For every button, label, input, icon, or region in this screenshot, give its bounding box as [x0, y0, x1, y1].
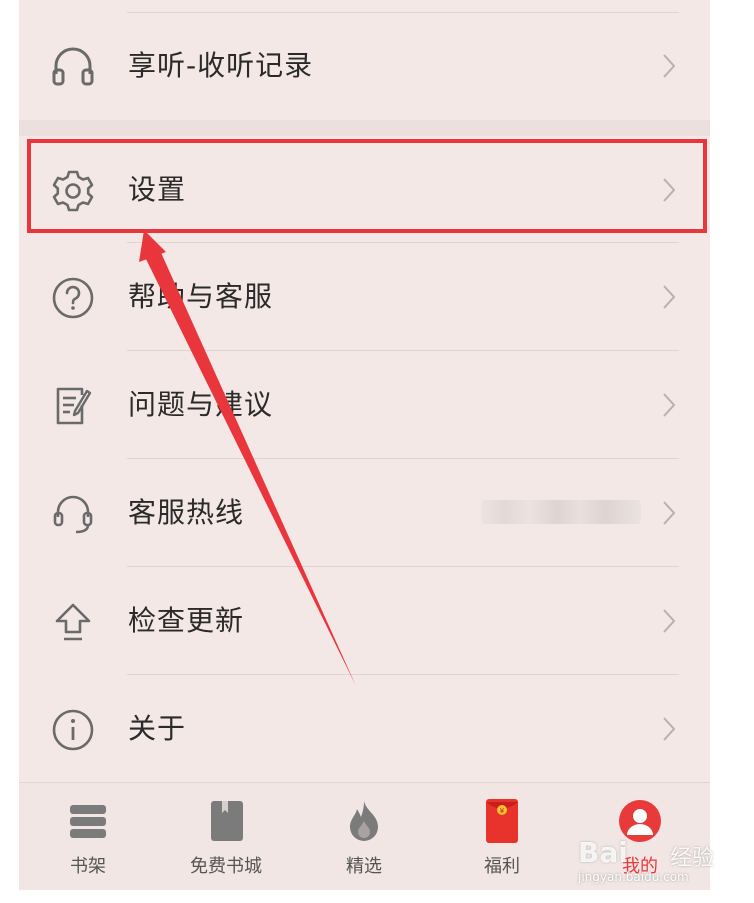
- headset-icon: [53, 495, 93, 534]
- settings-screen: 享听-收听记录 设置 帮助与客服 问题与建议 客服热线 检查更新 关于 书架 免…: [19, 0, 710, 890]
- tab-free-bookstore[interactable]: 免费书城: [157, 783, 295, 891]
- watermark-url: jingyan.baidu.com: [578, 870, 689, 884]
- tab-label: 精选: [346, 856, 382, 877]
- menu-item-help[interactable]: 帮助与客服: [19, 243, 710, 351]
- hotline-number-blurred: [481, 500, 641, 524]
- menu-item-listen-history[interactable]: 享听-收听记录: [19, 12, 710, 120]
- menu-item-hotline[interactable]: 客服热线: [19, 459, 710, 567]
- menu-item-label: 客服热线: [128, 496, 245, 529]
- chevron-right-icon: [663, 54, 676, 78]
- watermark: Bai 经验 jingyan.baidu.com: [578, 836, 728, 886]
- headphones-icon: [52, 47, 94, 86]
- bookshelf-icon: [70, 805, 106, 838]
- feedback-edit-icon: [56, 387, 92, 425]
- chevron-right-icon: [663, 501, 676, 525]
- tab-benefits[interactable]: ¥ 福利: [433, 783, 571, 891]
- flame-icon: [350, 801, 378, 841]
- red-envelope-icon: ¥: [486, 799, 518, 843]
- tab-label: 书架: [70, 856, 106, 877]
- section-gap: [19, 120, 710, 136]
- menu-item-check-update[interactable]: 检查更新: [19, 567, 710, 675]
- tab-featured[interactable]: 精选: [295, 783, 433, 891]
- chevron-right-icon: [663, 285, 676, 309]
- menu-item-label: 享听-收听记录: [128, 49, 314, 82]
- tab-label: 福利: [484, 856, 520, 877]
- svg-text:¥: ¥: [500, 807, 505, 815]
- chevron-right-icon: [663, 609, 676, 633]
- upload-arrow-icon: [55, 603, 91, 641]
- highlight-box: [27, 139, 707, 233]
- book-icon: [211, 801, 243, 841]
- menu-item-about[interactable]: 关于: [19, 675, 710, 783]
- info-circle-icon: [52, 709, 94, 751]
- watermark-brand: 经验: [670, 846, 715, 871]
- question-circle-icon: [52, 277, 94, 319]
- menu-item-label: 帮助与客服: [128, 280, 274, 313]
- tab-bookshelf[interactable]: 书架: [19, 783, 157, 891]
- menu-item-label: 关于: [128, 712, 187, 745]
- menu-section-top: 享听-收听记录: [19, 0, 710, 120]
- watermark-logo: Bai: [578, 836, 628, 869]
- menu-item-feedback[interactable]: 问题与建议: [19, 351, 710, 459]
- tab-label: 免费书城: [190, 856, 262, 877]
- chevron-right-icon: [663, 393, 676, 417]
- menu-item-label: 检查更新: [128, 604, 245, 637]
- chevron-right-icon: [663, 717, 676, 741]
- menu-item-label: 问题与建议: [128, 388, 274, 421]
